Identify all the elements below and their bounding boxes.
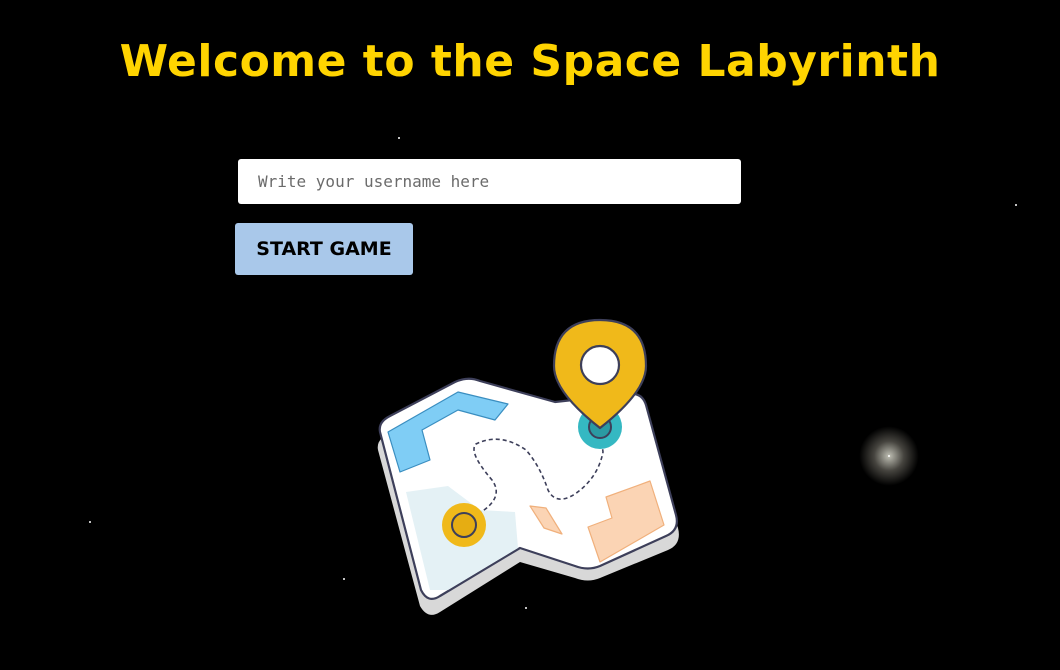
star [398,137,400,139]
star [89,521,91,523]
map-with-location-pin-icon [377,318,679,615]
start-game-button[interactable]: START GAME [235,223,413,275]
star [1015,204,1017,206]
username-input[interactable] [238,159,741,204]
start-screen: Welcome to the Space Labyrinth START GAM… [0,0,1060,670]
page-title: Welcome to the Space Labyrinth [119,36,941,87]
star [343,578,345,580]
star [888,455,890,457]
